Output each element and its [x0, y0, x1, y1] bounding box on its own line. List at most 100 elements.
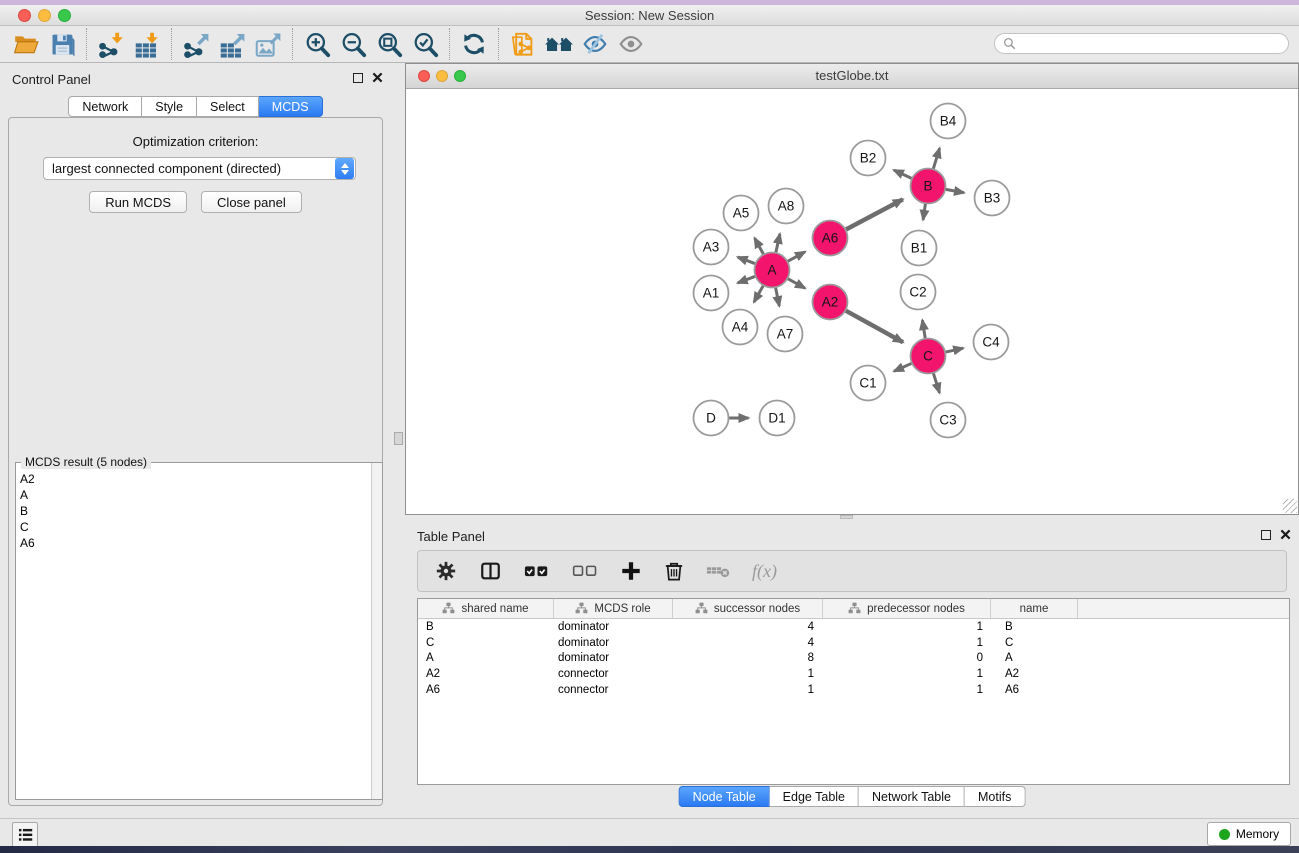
tab-node-table[interactable]: Node Table [679, 786, 770, 807]
column-header-name[interactable]: name [991, 599, 1078, 618]
settings-gear-icon[interactable] [435, 560, 457, 582]
hide-graphics-details-button[interactable] [577, 28, 613, 61]
graph-node-C4[interactable]: C4 [974, 325, 1009, 360]
tab-select[interactable]: Select [197, 96, 259, 117]
task-history-button[interactable] [12, 822, 38, 848]
svg-text:D1: D1 [768, 411, 785, 426]
svg-text:B4: B4 [940, 114, 957, 129]
search-field[interactable] [994, 33, 1289, 54]
graph-node-A6[interactable]: A6 [813, 221, 848, 256]
table-row[interactable]: Bdominator41B [418, 619, 1289, 635]
table-row[interactable]: A6connector11A6 [418, 682, 1289, 698]
column-header-shared-name[interactable]: shared name [418, 599, 554, 618]
result-list-scrollbar[interactable] [371, 463, 382, 799]
run-mcds-button[interactable]: Run MCDS [89, 191, 187, 213]
column-header-filler [1078, 599, 1289, 618]
tab-style[interactable]: Style [142, 96, 197, 117]
zoom-fit-button[interactable] [371, 28, 407, 61]
graph-edge-C-C3 [933, 373, 939, 393]
export-image-button[interactable] [250, 28, 286, 61]
cell-successor-nodes: 8 [673, 651, 823, 667]
graph-node-A3[interactable]: A3 [694, 230, 729, 265]
graph-edge-A6-B [845, 199, 902, 229]
zoom-in-button[interactable] [299, 28, 335, 61]
save-session-button[interactable] [44, 28, 80, 61]
graph-edge-A-A1 [738, 276, 756, 283]
home-view-button[interactable] [541, 28, 577, 61]
table-row[interactable]: Cdominator41C [418, 635, 1289, 651]
graph-node-D[interactable]: D [694, 401, 729, 436]
graph-node-C3[interactable]: C3 [931, 403, 966, 438]
show-details-button[interactable] [613, 28, 649, 61]
cell-successor-nodes: 4 [673, 635, 823, 651]
import-network-button[interactable] [93, 28, 129, 61]
tab-motifs[interactable]: Motifs [965, 786, 1025, 807]
result-item[interactable]: A6 [16, 535, 382, 551]
tab-network-table[interactable]: Network Table [859, 786, 965, 807]
zoom-out-button[interactable] [335, 28, 371, 61]
network-window-titlebar[interactable]: testGlobe.txt [406, 64, 1298, 89]
delete-row-icon[interactable] [664, 560, 684, 582]
close-panel-icon[interactable] [372, 72, 383, 83]
graph-node-B[interactable]: B [911, 169, 946, 204]
node-table[interactable]: shared nameMCDS rolesuccessor nodesprede… [417, 598, 1290, 785]
graph-edge-A-A3 [738, 257, 756, 264]
criterion-dropdown[interactable]: largest connected component (directed) [43, 157, 356, 180]
add-row-icon[interactable] [620, 560, 642, 582]
float-table-panel-icon[interactable] [1261, 530, 1271, 540]
close-table-panel-icon[interactable] [1280, 529, 1291, 540]
column-header-successor-nodes[interactable]: successor nodes [673, 599, 823, 618]
result-item[interactable]: B [16, 503, 382, 519]
window-resize-grip[interactable] [1283, 499, 1297, 513]
result-item[interactable]: C [16, 519, 382, 535]
column-header-predecessor-nodes[interactable]: predecessor nodes [823, 599, 991, 618]
graph-node-B3[interactable]: B3 [975, 181, 1010, 216]
clear-table-icon[interactable] [706, 561, 730, 581]
search-input[interactable] [1021, 37, 1280, 51]
toolbar-separator [449, 28, 450, 60]
graph-node-A8[interactable]: A8 [769, 189, 804, 224]
graph-node-A2[interactable]: A2 [813, 285, 848, 320]
refresh-button[interactable] [456, 28, 492, 61]
graph-node-D1[interactable]: D1 [760, 401, 795, 436]
close-panel-button[interactable]: Close panel [201, 191, 302, 213]
function-builder-icon[interactable]: f(x) [752, 561, 777, 582]
graph-node-A1[interactable]: A1 [694, 276, 729, 311]
horizontal-splitter-handle[interactable] [840, 515, 853, 519]
graph-node-A4[interactable]: A4 [723, 310, 758, 345]
graph-node-B1[interactable]: B1 [902, 231, 937, 266]
select-all-checkboxes-icon[interactable] [524, 561, 550, 581]
svg-text:A7: A7 [777, 327, 794, 342]
memory-button[interactable]: Memory [1207, 822, 1291, 846]
new-network-file-button[interactable] [505, 28, 541, 61]
graph-node-A[interactable]: A [755, 253, 790, 288]
tab-mcds[interactable]: MCDS [259, 96, 323, 117]
cell-successor-nodes: 4 [673, 619, 823, 635]
result-item[interactable]: A2 [16, 471, 382, 487]
vertical-splitter-handle[interactable] [394, 432, 403, 445]
table-row[interactable]: Adominator80A [418, 651, 1289, 667]
table-row[interactable]: A2connector11A2 [418, 666, 1289, 682]
graph-node-C[interactable]: C [911, 339, 946, 374]
import-table-button[interactable] [129, 28, 165, 61]
graph-node-C2[interactable]: C2 [901, 275, 936, 310]
graph-node-A5[interactable]: A5 [724, 196, 759, 231]
graph-node-B4[interactable]: B4 [931, 104, 966, 139]
graph-node-C1[interactable]: C1 [851, 366, 886, 401]
column-layout-icon[interactable] [479, 560, 502, 582]
main-toolbar [0, 26, 1299, 63]
tab-network[interactable]: Network [68, 96, 142, 117]
export-network-button[interactable] [178, 28, 214, 61]
network-graph: B4 B2 B B3 A5 A8 A6 A3 B1 A C2 A1 A2 A4 A7 C4 C C1 C3 D D1 [406, 89, 1298, 514]
graph-node-A7[interactable]: A7 [768, 317, 803, 352]
export-table-button[interactable] [214, 28, 250, 61]
column-header-mcds-role[interactable]: MCDS role [554, 599, 673, 618]
zoom-selected-button[interactable] [407, 28, 443, 61]
float-panel-icon[interactable] [353, 73, 363, 83]
network-canvas[interactable]: B4 B2 B B3 A5 A8 A6 A3 B1 A C2 A1 A2 A4 A7 C4 C C1 C3 D D1 [406, 89, 1298, 514]
result-item[interactable]: A [16, 487, 382, 503]
deselect-all-checkboxes-icon[interactable] [572, 561, 598, 581]
graph-node-B2[interactable]: B2 [851, 141, 886, 176]
tab-edge-table[interactable]: Edge Table [770, 786, 859, 807]
open-session-button[interactable] [8, 28, 44, 61]
